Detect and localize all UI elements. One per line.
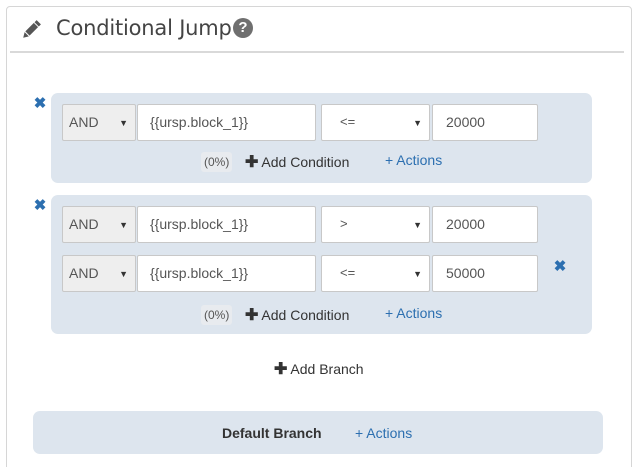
operator-select[interactable]: > ▼ [321,206,430,243]
remove-branch-2-close-icon[interactable]: ✖ [33,198,47,213]
value-input[interactable]: 20000 [432,206,538,243]
operator-value: <= [340,114,356,129]
field-input[interactable]: {{ursp.block_1}} [137,206,316,243]
actions-link[interactable]: + Actions [385,305,442,321]
condition-row: AND ▼ {{ursp.block_1}} <= ▼ 50000 [62,255,538,292]
caret-down-icon: ▼ [413,269,422,279]
condition-row: AND ▼ {{ursp.block_1}} <= ▼ 20000 [62,104,538,141]
logic-value: AND [69,216,99,232]
operator-value: > [340,216,348,231]
remove-branch-1-close-icon[interactable]: ✖ [33,96,47,111]
add-condition-button[interactable]: ✚ Add Condition [245,305,349,325]
default-branch-label: Default Branch [222,425,322,441]
default-branch-actions-link[interactable]: + Actions [355,425,412,441]
plus-icon: ✚ [274,361,288,378]
caret-down-icon: ▼ [119,269,128,279]
add-condition-button[interactable]: ✚ Add Condition [245,152,349,172]
default-branch: Default Branch + Actions [33,411,603,454]
percent-badge: (0%) [201,152,233,172]
caret-down-icon: ▼ [119,220,128,230]
field-input[interactable]: {{ursp.block_1}} [137,255,316,292]
branch-1: AND ▼ {{ursp.block_1}} <= ▼ 20000 (0%) ✚ Ad… [51,93,592,183]
add-condition-label: Add Condition [261,154,350,170]
value-input[interactable]: 20000 [432,104,538,141]
logic-value: AND [69,114,99,130]
panel-header: Conditional Jump ? [10,12,624,53]
caret-down-icon: ▼ [413,118,422,128]
caret-down-icon: ▼ [413,220,422,230]
logic-select[interactable]: AND ▼ [62,255,136,292]
percent-badge: (0%) [201,305,233,325]
caret-down-icon: ▼ [119,118,128,128]
add-branch-button[interactable]: ✚ Add Branch [274,359,364,379]
plus-icon: ✚ [245,154,259,171]
condition-row: AND ▼ {{ursp.block_1}} > ▼ 20000 [62,206,538,243]
operator-select[interactable]: <= ▼ [321,255,430,292]
value-input[interactable]: 50000 [432,255,538,292]
branch-2: AND ▼ {{ursp.block_1}} > ▼ 20000 AND ▼ {{ur… [51,195,592,334]
add-condition-label: Add Condition [261,307,350,323]
actions-link[interactable]: + Actions [385,152,442,168]
remove-condition-close-icon[interactable]: ✖ [553,259,567,274]
logic-select[interactable]: AND ▼ [62,104,136,141]
page-title: Conditional Jump [56,16,232,40]
help-icon[interactable]: ? [233,18,253,38]
field-input[interactable]: {{ursp.block_1}} [137,104,316,141]
logic-value: AND [69,265,99,281]
logic-select[interactable]: AND ▼ [62,206,136,243]
operator-value: <= [340,265,356,280]
add-branch-label: Add Branch [290,361,364,377]
plus-icon: ✚ [245,307,259,324]
operator-select[interactable]: <= ▼ [321,104,430,141]
pencil-icon [20,19,42,41]
